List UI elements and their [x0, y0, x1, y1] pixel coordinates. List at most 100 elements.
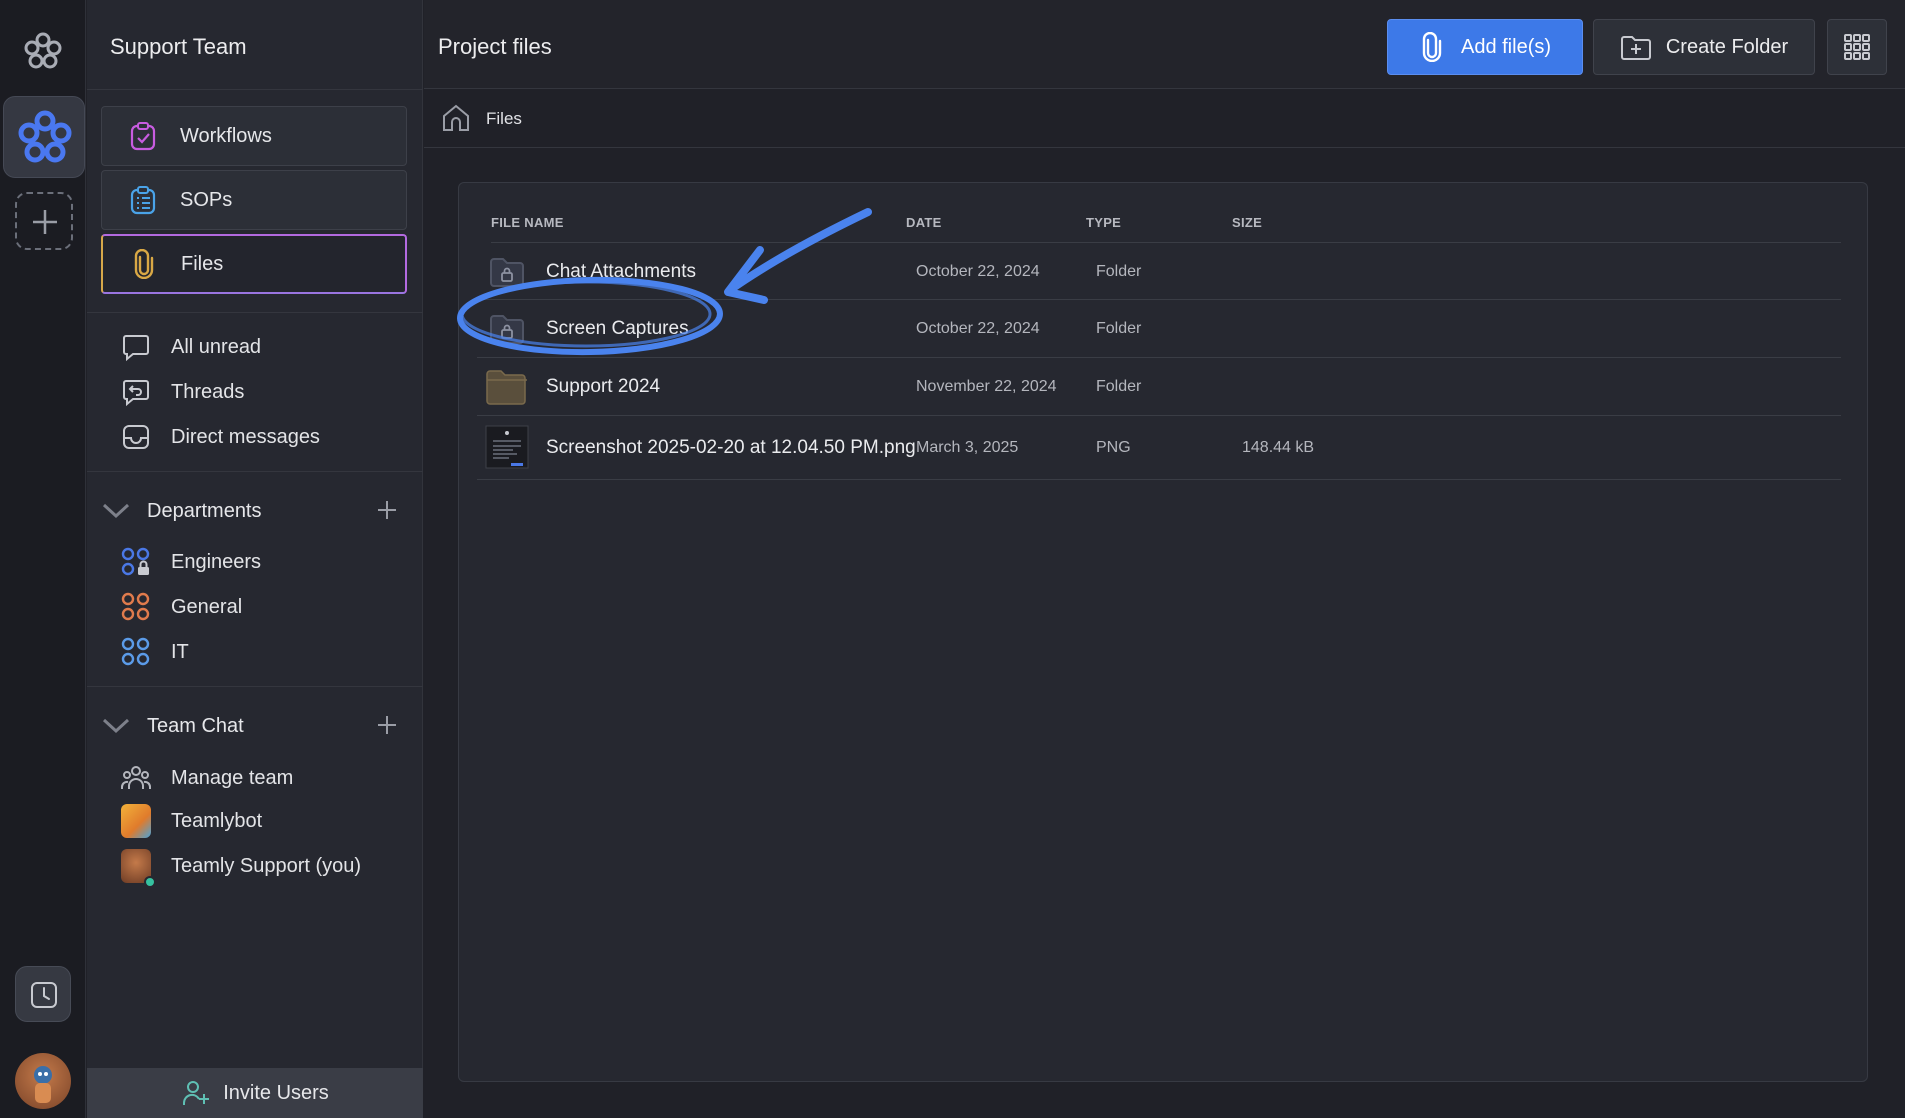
sidebar-item-it[interactable]: IT — [121, 637, 189, 667]
team-chat-header[interactable]: Team Chat — [99, 711, 409, 741]
table-row[interactable]: Screen Captures October 22, 2024 Folder — [477, 300, 1841, 358]
sidebar-item-teamly-support[interactable]: Teamly Support (you) — [121, 849, 362, 888]
file-type: PNG — [1096, 439, 1131, 456]
sidebar-item-label: Manage team — [171, 766, 294, 789]
add-chat-icon[interactable] — [375, 713, 399, 737]
sidebar-item-label: All unread — [171, 335, 262, 358]
clock-icon — [31, 982, 57, 1008]
team-icon — [121, 763, 151, 793]
table-row[interactable]: Screenshot 2025-02-20 at 12.04.50 PM.png… — [477, 416, 1841, 480]
file-type: Folder — [1096, 263, 1142, 280]
create-folder-label: Create Folder — [1665, 35, 1789, 58]
sidebar-item-threads[interactable]: Threads — [121, 377, 244, 407]
plus-icon — [33, 210, 57, 234]
channel-icon — [121, 592, 151, 622]
user-avatar[interactable] — [15, 1053, 71, 1109]
file-type: Folder — [1096, 320, 1142, 337]
add-files-label: Add file(s) — [1460, 35, 1552, 58]
nav-workflows[interactable]: Workflows — [101, 106, 407, 166]
sidebar-item-general[interactable]: General — [121, 592, 242, 622]
table-row[interactable]: Chat Attachments October 22, 2024 Folder — [477, 243, 1841, 300]
file-date: October 22, 2024 — [916, 320, 1040, 337]
nav-label: Workflows — [180, 124, 272, 147]
column-date[interactable]: DATE — [906, 215, 942, 230]
sidebar-item-label: Teamlybot — [171, 809, 263, 832]
flower-logo-icon[interactable] — [22, 30, 64, 72]
invite-label: Invite Users — [223, 1081, 329, 1104]
locked-folder-icon — [490, 315, 524, 344]
folder-plus-icon — [1620, 33, 1652, 61]
sidebar-item-manage-team[interactable]: Manage team — [121, 763, 293, 793]
sidebar-item-label: Threads — [171, 380, 245, 403]
sidebar-item-direct-messages[interactable]: Direct messages — [121, 422, 320, 452]
divider — [87, 89, 423, 90]
add-user-icon — [181, 1078, 211, 1108]
file-date: March 3, 2025 — [916, 439, 1019, 456]
file-name[interactable]: Support 2024 — [546, 376, 660, 398]
chevron-down-icon[interactable] — [99, 496, 133, 526]
divider — [87, 312, 423, 313]
nav-sops[interactable]: SOPs — [101, 170, 407, 230]
flower-logo-icon — [18, 110, 72, 163]
nav-files[interactable]: Files — [101, 234, 407, 294]
sidebar-item-label: General — [171, 595, 243, 618]
create-folder-button[interactable]: Create Folder — [1593, 19, 1815, 75]
section-title: Team Chat — [147, 714, 244, 737]
nav-label: SOPs — [180, 188, 233, 211]
paperclip-icon — [1419, 32, 1445, 62]
sidebar-item-all-unread[interactable]: All unread — [121, 332, 261, 362]
bot-avatar — [121, 804, 151, 838]
image-thumbnail — [485, 425, 529, 469]
locked-folder-icon — [490, 258, 524, 287]
sidebar-item-label: Direct messages — [171, 425, 320, 448]
breadcrumb-files[interactable]: Files — [486, 109, 522, 129]
divider — [87, 686, 423, 687]
history-button[interactable] — [15, 966, 71, 1022]
home-icon[interactable] — [440, 102, 472, 134]
active-workspace-button[interactable] — [3, 96, 85, 178]
grid-icon — [1844, 34, 1870, 60]
sidebar: Support Team Workflows SOPs Files All un… — [87, 0, 423, 1118]
page-title: Project files — [438, 34, 552, 59]
clipboard-check-icon — [128, 121, 158, 151]
section-title: Departments — [147, 499, 262, 522]
grid-view-button[interactable] — [1827, 19, 1887, 75]
channel-icon — [121, 637, 151, 667]
file-date: November 22, 2024 — [916, 378, 1057, 395]
add-department-icon[interactable] — [375, 498, 399, 522]
departments-header[interactable]: Departments — [99, 496, 409, 526]
sidebar-item-label: Teamly Support (you) — [171, 854, 362, 877]
column-type[interactable]: TYPE — [1086, 215, 1121, 230]
paperclip-icon — [129, 249, 159, 279]
file-name[interactable]: Screenshot 2025-02-20 at 12.04.50 PM.png — [546, 437, 916, 459]
column-file-name[interactable]: FILE NAME — [491, 215, 564, 230]
online-status-dot — [144, 876, 156, 888]
top-bar: Project files Add file(s) Create Folder — [424, 0, 1905, 89]
chevron-down-icon[interactable] — [99, 711, 133, 741]
sidebar-item-label: Engineers — [171, 550, 262, 573]
sidebar-item-label: IT — [171, 640, 189, 663]
chat-bubble-icon — [121, 332, 151, 362]
clipboard-list-icon — [128, 185, 158, 215]
team-name: Support Team — [110, 34, 247, 59]
table-header: FILE NAME DATE TYPE SIZE — [491, 201, 1841, 243]
add-files-button[interactable]: Add file(s) — [1387, 19, 1583, 75]
file-name[interactable]: Chat Attachments — [546, 261, 696, 283]
file-size: 148.44 kB — [1242, 439, 1315, 456]
invite-users-button[interactable]: Invite Users — [87, 1068, 423, 1118]
file-name[interactable]: Screen Captures — [546, 318, 689, 340]
file-date: October 22, 2024 — [916, 263, 1040, 280]
folder-icon — [486, 370, 527, 405]
sidebar-item-engineers[interactable]: Engineers — [121, 547, 261, 577]
file-table: FILE NAME DATE TYPE SIZE Chat Attachment… — [458, 182, 1868, 1082]
threads-icon — [121, 377, 151, 407]
nav-label: Files — [181, 252, 224, 275]
table-row[interactable]: Support 2024 November 22, 2024 Folder — [477, 358, 1841, 416]
column-size[interactable]: SIZE — [1232, 215, 1262, 230]
channel-locked-icon — [121, 547, 151, 577]
main-content: Project files Add file(s) Create Folder … — [424, 0, 1905, 1118]
inbox-icon — [121, 422, 151, 452]
add-workspace-button[interactable] — [15, 192, 73, 250]
user-avatar — [121, 849, 156, 888]
sidebar-item-teamlybot[interactable]: Teamlybot — [121, 804, 263, 838]
